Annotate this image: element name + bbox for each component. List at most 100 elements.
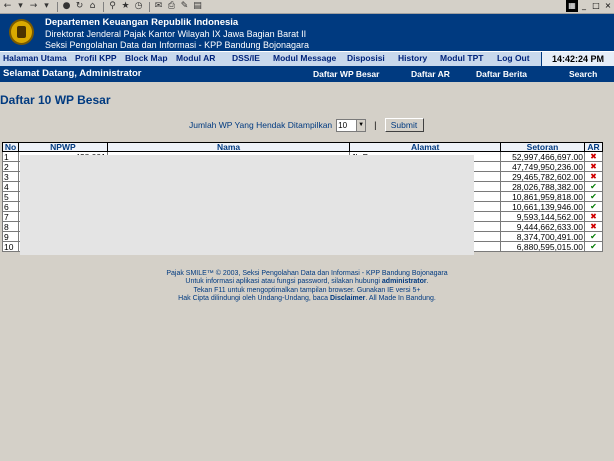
stop-icon[interactable]: ● <box>61 1 72 12</box>
filter-label: Jumlah WP Yang Hendak Ditampilkan <box>189 120 333 130</box>
forward-icon[interactable]: → <box>28 1 39 12</box>
refresh-icon[interactable]: ↻ <box>74 1 85 12</box>
nav-item-modul-tpt[interactable]: Modul TPT <box>440 53 483 63</box>
row-setoran: 9,593,144,562.00 <box>500 211 585 222</box>
row-no: 4 <box>2 181 19 192</box>
restore-icon[interactable]: □ <box>590 0 602 12</box>
clock: 14:42:24 PM <box>541 52 614 67</box>
row-ar-status[interactable]: ✔ <box>583 231 604 242</box>
row-setoran: 52,997,466,697.00 <box>500 151 585 162</box>
col-header-setoran: Setoran <box>500 142 585 152</box>
row-ar-status[interactable]: ✔ <box>583 241 604 252</box>
row-ar-status[interactable]: ✔ <box>583 201 604 212</box>
browser-toolbar: ← ▾ → ▾ ● ↻ ⌂ ⚲ ★ ◷ ✉ ⎙ ✎ ▤ ▦ _ □ × <box>0 0 614 14</box>
nav-item-dss-ie[interactable]: DSS/IE <box>232 53 260 63</box>
wp-count-value: 10 <box>338 120 348 130</box>
nav-item-log-out[interactable]: Log Out <box>497 53 530 63</box>
favorites-icon[interactable]: ★ <box>120 1 131 12</box>
row-ar-status[interactable]: ✖ <box>583 221 604 232</box>
row-ar-status[interactable]: ✖ <box>583 171 604 182</box>
redacted-area <box>20 155 474 255</box>
col-header-ar: AR <box>583 142 604 152</box>
footer-rights-end: . All Made In Bandung. <box>365 295 436 303</box>
link-daftar-wp-besar[interactable]: Daftar WP Besar <box>313 69 379 79</box>
history-icon[interactable]: ◷ <box>133 1 144 12</box>
minimize-icon[interactable]: _ <box>578 0 590 12</box>
link-daftar-berita[interactable]: Daftar Berita <box>476 69 527 79</box>
nav-item-disposisi[interactable]: Disposisi <box>347 53 385 63</box>
row-setoran: 9,444,662,633.00 <box>500 221 585 232</box>
dropdown-arrow-icon[interactable]: ▾ <box>41 1 52 12</box>
footer: Pajak SMILE™ © 2003, Seksi Pengolahan Da… <box>0 270 614 304</box>
cross-icon: ✖ <box>590 151 597 161</box>
search-icon[interactable]: ⚲ <box>107 1 118 12</box>
row-ar-status[interactable]: ✖ <box>583 151 604 162</box>
row-setoran: 28,026,788,382.00 <box>500 181 585 192</box>
edit-icon[interactable]: ✎ <box>179 1 190 12</box>
windows-logo-icon: ▦ <box>566 0 578 12</box>
row-ar-status[interactable]: ✔ <box>583 191 604 202</box>
footer-copyright: Pajak SMILE™ © 2003, Seksi Pengolahan Da… <box>166 270 448 277</box>
welcome-text: Selamat Datang, Administrator <box>3 68 142 79</box>
link-search[interactable]: Search <box>569 69 597 79</box>
row-ar-status[interactable]: ✔ <box>583 181 604 192</box>
nav-item-modul-ar[interactable]: Modul AR <box>176 53 215 63</box>
check-icon: ✔ <box>590 201 597 211</box>
dropdown-arrow-icon[interactable]: ▾ <box>15 1 26 12</box>
home-icon[interactable]: ⌂ <box>87 1 98 12</box>
print-icon[interactable]: ⎙ <box>166 1 177 12</box>
administrator-link[interactable]: administrator <box>382 278 427 285</box>
col-header-npwp: NPWP <box>17 142 108 152</box>
nav-item-modul-message[interactable]: Modul Message <box>273 53 336 63</box>
back-icon[interactable]: ← <box>2 1 13 12</box>
nav-item-profil-kpp[interactable]: Profil KPP <box>75 53 117 63</box>
footer-contact-text: Untuk informasi aplikasi atau fungsi pas… <box>185 278 382 286</box>
row-no: 9 <box>2 231 19 242</box>
check-icon: ✔ <box>590 181 597 191</box>
row-setoran: 8,374,700,491.00 <box>500 231 585 242</box>
ministry-logo-icon <box>9 19 34 45</box>
nav-item-block-map[interactable]: Block Map <box>125 53 168 63</box>
row-no: 3 <box>2 171 19 182</box>
header-title: Departemen Keuangan Republik Indonesia <box>45 17 239 28</box>
footer-rights: Hak Cipta dilindungi oleh Undang-Undang,… <box>0 295 614 303</box>
cross-icon: ✖ <box>590 211 597 221</box>
row-no: 1 <box>2 151 19 162</box>
toolbar-divider <box>103 1 104 12</box>
window-controls: ▦ _ □ × <box>566 0 614 12</box>
row-ar-status[interactable]: ✖ <box>583 161 604 172</box>
header-subtitle-2: Seksi Pengolahan Data dan Informasi - KP… <box>45 40 310 50</box>
mail-icon[interactable]: ✉ <box>153 1 164 12</box>
main-nav: Halaman Utama Profil KPP Block Map Modul… <box>0 51 614 67</box>
row-setoran: 10,661,139,946.00 <box>500 201 585 212</box>
site-header: Departemen Keuangan Republik Indonesia D… <box>0 14 614 51</box>
discuss-icon[interactable]: ▤ <box>192 1 203 12</box>
col-header-no: No <box>2 142 19 152</box>
submit-button[interactable]: Submit <box>384 118 424 132</box>
close-icon[interactable]: × <box>602 0 614 12</box>
check-icon: ✔ <box>590 231 597 241</box>
row-no: 2 <box>2 161 19 172</box>
welcome-bar: Selamat Datang, Administrator Daftar WP … <box>0 66 614 82</box>
row-ar-status[interactable]: ✖ <box>583 211 604 222</box>
link-daftar-ar[interactable]: Daftar AR <box>411 69 450 79</box>
row-no: 6 <box>2 201 19 212</box>
table-header-row: No NPWP Nama Alamat Setoran AR <box>2 142 604 152</box>
filter-separator: | <box>374 120 377 130</box>
row-setoran: 6,880,595,015.00 <box>500 241 585 252</box>
disclaimer-link[interactable]: Disclaimer <box>330 295 365 302</box>
chevron-down-icon[interactable]: ▼ <box>356 119 366 131</box>
footer-browser-tip: Tekan F11 untuk mengoptimalkan tampilan … <box>193 286 421 294</box>
row-no: 5 <box>2 191 19 202</box>
page-title: Daftar 10 WP Besar <box>0 93 111 107</box>
toolbar-divider <box>149 1 150 12</box>
row-setoran: 10,861,959,818.00 <box>500 191 585 202</box>
nav-item-halaman-utama[interactable]: Halaman Utama <box>3 53 67 63</box>
col-header-nama: Nama <box>106 142 351 152</box>
row-no: 10 <box>2 241 19 252</box>
check-icon: ✔ <box>590 241 597 251</box>
footer-contact-end: . <box>426 278 429 286</box>
wp-count-select[interactable]: 10 ▼ <box>336 118 367 132</box>
row-setoran: 29,465,782,602.00 <box>500 171 585 182</box>
nav-item-history[interactable]: History <box>398 53 427 63</box>
